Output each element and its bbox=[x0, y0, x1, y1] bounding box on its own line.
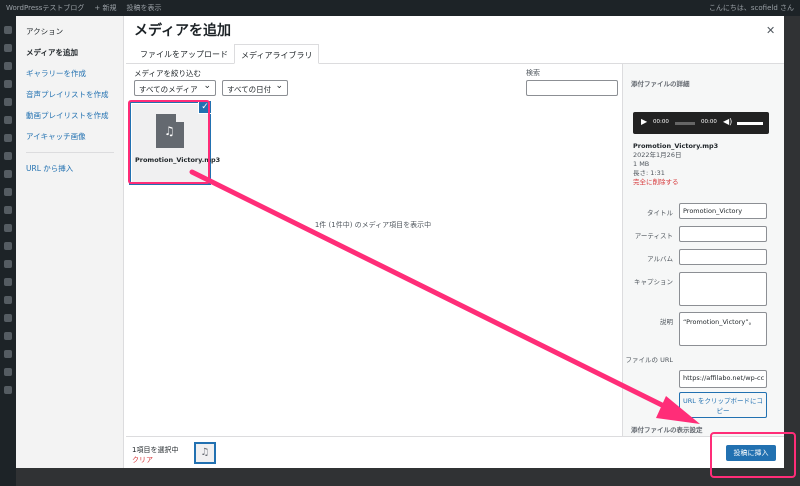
annotation-arrow bbox=[189, 169, 700, 424]
